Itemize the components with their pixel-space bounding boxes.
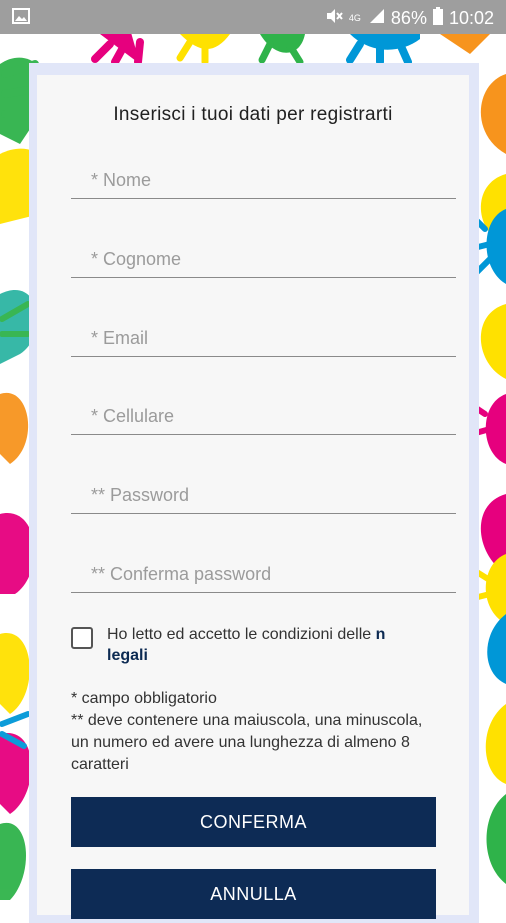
field-notes: * campo obbligatorio ** deve contenere u… <box>71 688 441 776</box>
terms-link[interactable]: legali <box>107 647 148 665</box>
password-note: ** deve contenere una maiuscola, una min… <box>71 712 423 773</box>
terms-checkbox[interactable] <box>71 627 93 649</box>
battery-icon <box>432 7 443 30</box>
network-type: 4G <box>348 13 361 23</box>
terms-link-start[interactable]: n <box>376 626 386 643</box>
terms-text: Ho letto ed accetto le condizioni delle … <box>107 624 385 646</box>
clock: 10:02 <box>448 8 494 28</box>
confirm-button[interactable]: CONFERMA <box>71 797 436 847</box>
mobile-input[interactable] <box>71 404 456 435</box>
battery-percentage: 86% <box>390 8 427 28</box>
status-bar: 4G 86% 10:02 <box>0 0 506 34</box>
form-container: Inserisci i tuoi dati per registrarti Ho… <box>0 0 506 919</box>
terms-row: Ho letto ed accetto le condizioni delle … <box>71 624 436 649</box>
terms-label: Ho letto ed accetto le condizioni delle <box>107 626 376 643</box>
signal-icon <box>369 8 385 29</box>
form-title: Inserisci i tuoi dati per registrarti <box>113 104 393 125</box>
password-input[interactable] <box>71 483 456 514</box>
last-name-input[interactable] <box>71 247 456 278</box>
required-note: * campo obbligatorio <box>71 690 217 707</box>
confirm-password-input[interactable] <box>71 562 456 593</box>
image-icon <box>12 8 30 29</box>
first-name-input[interactable] <box>71 168 456 199</box>
mute-icon <box>325 7 343 30</box>
email-input[interactable] <box>71 326 456 357</box>
cancel-button[interactable]: ANNULLA <box>71 869 436 919</box>
